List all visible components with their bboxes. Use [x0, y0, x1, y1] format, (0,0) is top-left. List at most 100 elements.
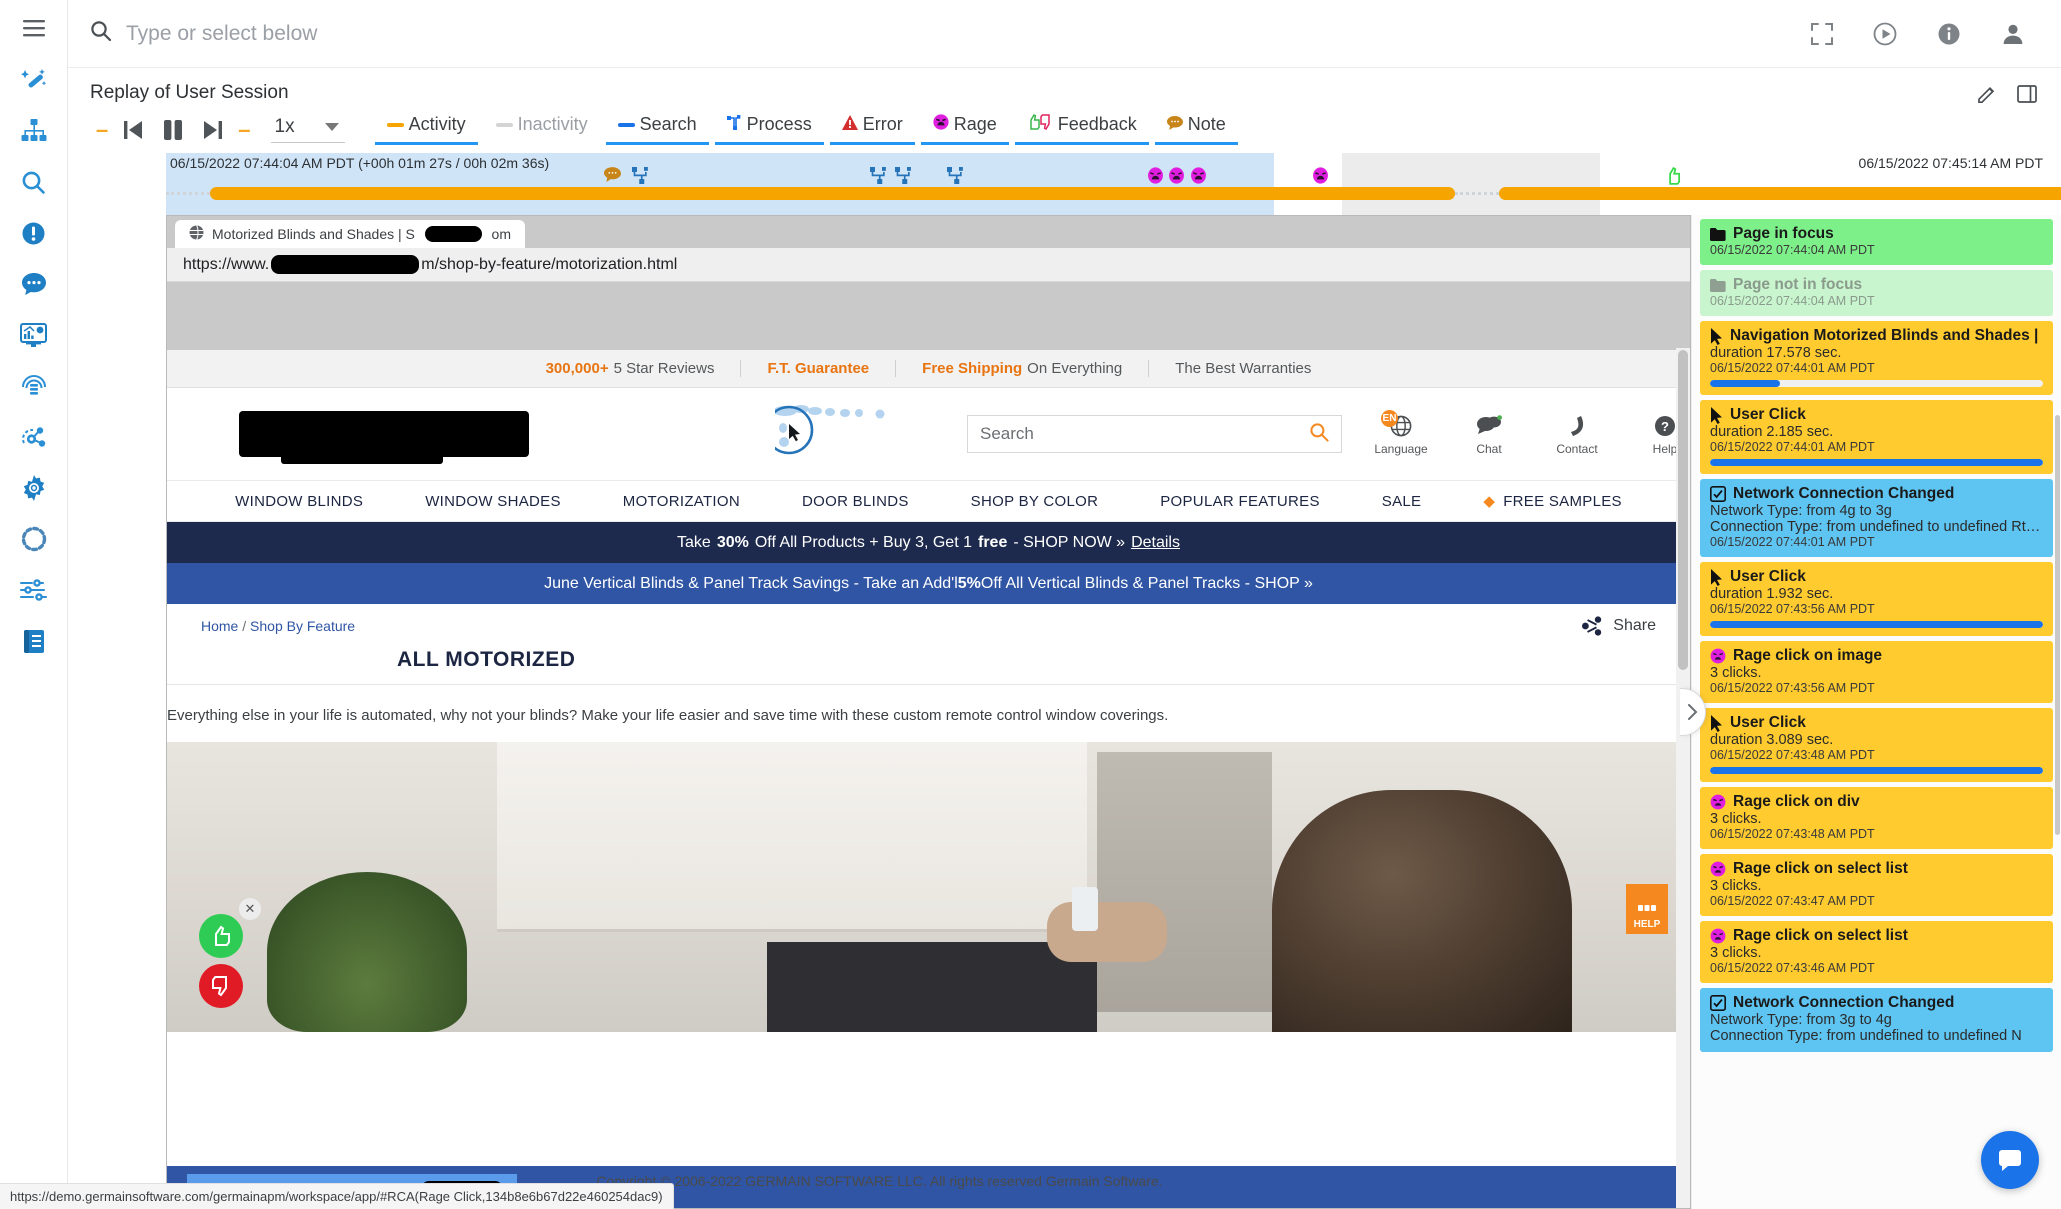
timeline-process-marker[interactable]	[869, 167, 887, 187]
utility-guarantee[interactable]: F.T. Guarantee	[741, 360, 897, 377]
thumbs-up-button[interactable]	[199, 914, 243, 958]
help-tab-button[interactable]: HELP	[1626, 884, 1668, 934]
utility-reviews[interactable]: 300,000+ 5 Star Reviews	[520, 360, 742, 377]
info-icon[interactable]	[1937, 22, 1961, 46]
search-input[interactable]	[126, 17, 686, 50]
site-nav-item[interactable]: WINDOW BLINDS	[204, 493, 394, 510]
close-icon[interactable]: ✕	[239, 898, 261, 920]
site-nav-item[interactable]: POPULAR FEATURES	[1129, 493, 1351, 510]
browser-url-bar[interactable]: https://www. m/shop-by-feature/motorizat…	[167, 248, 1690, 282]
sliders-icon[interactable]	[12, 571, 56, 609]
dashed-circle-icon[interactable]	[12, 520, 56, 558]
event-title: Navigation Motorized Blinds and Shades |…	[1730, 327, 2043, 344]
site-nav-item[interactable]: MOTORIZATION	[592, 493, 771, 510]
event-card[interactable]: Rage click on select list 3 clicks. 06/15/…	[1700, 854, 2053, 916]
timeline-process-marker[interactable]	[632, 167, 649, 187]
breadcrumb-home[interactable]: Home	[201, 618, 238, 634]
event-card[interactable]: User Click duration 3.089 sec. 06/15/2022 …	[1700, 708, 2053, 782]
browser-status-bar: https://demo.germainsoftware.com/germain…	[0, 1183, 674, 1209]
legend-note[interactable]: Note	[1154, 114, 1238, 145]
timeline-note-marker[interactable]	[604, 167, 622, 185]
search-icon	[90, 20, 112, 47]
account-icon[interactable]	[2001, 22, 2025, 46]
expand-panel-icon[interactable]	[2017, 84, 2037, 109]
network-icon	[1710, 486, 1726, 502]
org-chart-icon[interactable]	[12, 112, 56, 150]
skip-previous-button[interactable]	[114, 118, 152, 142]
event-list-panel[interactable]: Page in focus 06/15/2022 07:44:04 AM PDT P…	[1691, 215, 2061, 1209]
utility-warranties[interactable]: The Best Warranties	[1149, 360, 1337, 377]
fullscreen-icon[interactable]	[1811, 22, 1833, 45]
site-nav-item[interactable]: ◆ FREE SAMPLES	[1452, 492, 1652, 510]
legend-process[interactable]: Process	[714, 114, 824, 145]
header-icon-chat[interactable]: Chat	[1465, 413, 1513, 456]
event-card[interactable]: Rage click on select list 3 clicks. 06/15/…	[1700, 921, 2053, 983]
timeline-rage-marker[interactable]	[1147, 167, 1164, 187]
event-card[interactable]: Navigation Motorized Blinds and Shades |…	[1700, 321, 2053, 395]
legend-search[interactable]: Search	[605, 114, 709, 145]
alert-icon[interactable]	[12, 214, 56, 252]
pause-button[interactable]	[152, 117, 194, 143]
header-icon-contact[interactable]: Contact	[1553, 413, 1601, 456]
chat-icon[interactable]	[12, 265, 56, 303]
search-icon[interactable]	[1309, 422, 1329, 447]
legend-feedback[interactable]: Feedback	[1014, 113, 1149, 145]
pencil-icon[interactable]	[1977, 84, 1997, 109]
session-timeline[interactable]: 06/15/2022 07:44:04 AM PDT (+00h 01m 27s…	[68, 153, 2061, 215]
gear-icon[interactable]	[12, 469, 56, 507]
rage-icon	[1710, 794, 1726, 810]
event-detail-line: Network Type: from 3g to 4g	[1710, 1012, 1892, 1028]
legend-inactivity[interactable]: Inactivity	[484, 114, 600, 145]
browser-tab[interactable]: Motorized Blinds and Shades | S om	[175, 220, 525, 248]
thumbs-down-button[interactable]	[199, 964, 243, 1008]
timeline-process-marker[interactable]	[947, 167, 964, 187]
hamburger-menu-icon[interactable]	[12, 10, 56, 48]
activity-swatch	[386, 122, 404, 127]
event-card[interactable]: Rage click on image 3 clicks. 06/15/2022 0…	[1700, 641, 2053, 703]
site-nav-item[interactable]: WINDOW SHADES	[394, 493, 592, 510]
timeline-rage-marker[interactable]	[1168, 167, 1185, 187]
event-card[interactable]: Rage click on div 3 clicks. 06/15/2022 07:…	[1700, 787, 2053, 849]
timeline-feedback-marker[interactable]	[1665, 166, 1682, 188]
browser-tab-title: Motorized Blinds and Shades | S	[212, 226, 415, 242]
event-card[interactable]: Network Connection Changed Network Type: …	[1700, 479, 2053, 557]
promo-banner-secondary[interactable]: June Vertical Blinds & Panel Track Savin…	[167, 563, 1690, 604]
header-icon-language[interactable]: EN Language	[1374, 409, 1428, 456]
timeline-rage-marker[interactable]	[1312, 167, 1329, 187]
event-card[interactable]: Page in focus 06/15/2022 07:44:04 AM PDT	[1700, 219, 2053, 265]
event-card[interactable]: Network Connection Changed Network Type: …	[1700, 988, 2053, 1052]
legend-error[interactable]: Error	[829, 114, 915, 145]
legend-rage[interactable]: Rage	[920, 114, 1009, 145]
breadcrumb-current[interactable]: Shop By Feature	[250, 618, 355, 634]
event-list-scrollbar[interactable]	[2055, 415, 2060, 835]
timeline-rage-marker[interactable]	[1190, 167, 1207, 187]
share-button[interactable]: Share	[1581, 616, 1656, 636]
promo-details-link[interactable]: Details	[1131, 534, 1180, 552]
event-card[interactable]: User Click duration 1.932 sec. 06/15/2022 …	[1700, 562, 2053, 636]
database-icon[interactable]	[12, 367, 56, 405]
event-card[interactable]: Page not in focus 06/15/2022 07:44:04 AM …	[1700, 270, 2053, 316]
page-scrollbar[interactable]	[1676, 348, 1690, 1208]
search-icon[interactable]	[12, 163, 56, 201]
play-icon[interactable]	[1873, 22, 1897, 46]
event-title: User Click	[1730, 714, 1806, 731]
support-chat-button[interactable]	[1981, 1131, 2039, 1189]
event-card[interactable]: User Click duration 2.185 sec. 06/15/2022 …	[1700, 400, 2053, 474]
site-nav-item[interactable]: SHOP BY COLOR	[940, 493, 1130, 510]
book-icon[interactable]	[12, 622, 56, 660]
topology-icon[interactable]	[12, 418, 56, 456]
timeline-process-marker[interactable]	[895, 167, 912, 187]
promo-banner-primary[interactable]: Take 30% Off All Products + Buy 3, Get 1…	[167, 522, 1690, 563]
search-swatch	[617, 122, 635, 127]
utility-shipping[interactable]: Free Shipping On Everything	[896, 360, 1150, 377]
site-search-box[interactable]: Search	[967, 415, 1342, 453]
site-nav-item[interactable]: SALE	[1351, 493, 1453, 510]
monitor-analytics-icon[interactable]	[12, 316, 56, 354]
skip-next-button[interactable]	[194, 118, 232, 142]
site-nav-item[interactable]: DOOR BLINDS	[771, 493, 940, 510]
playback-speed-select[interactable]: 1x	[270, 116, 345, 143]
magic-wand-icon[interactable]	[12, 61, 56, 99]
legend-activity[interactable]: Activity	[374, 114, 478, 145]
inactivity-swatch	[495, 122, 513, 127]
scrollbar-thumb[interactable]	[1678, 350, 1688, 670]
